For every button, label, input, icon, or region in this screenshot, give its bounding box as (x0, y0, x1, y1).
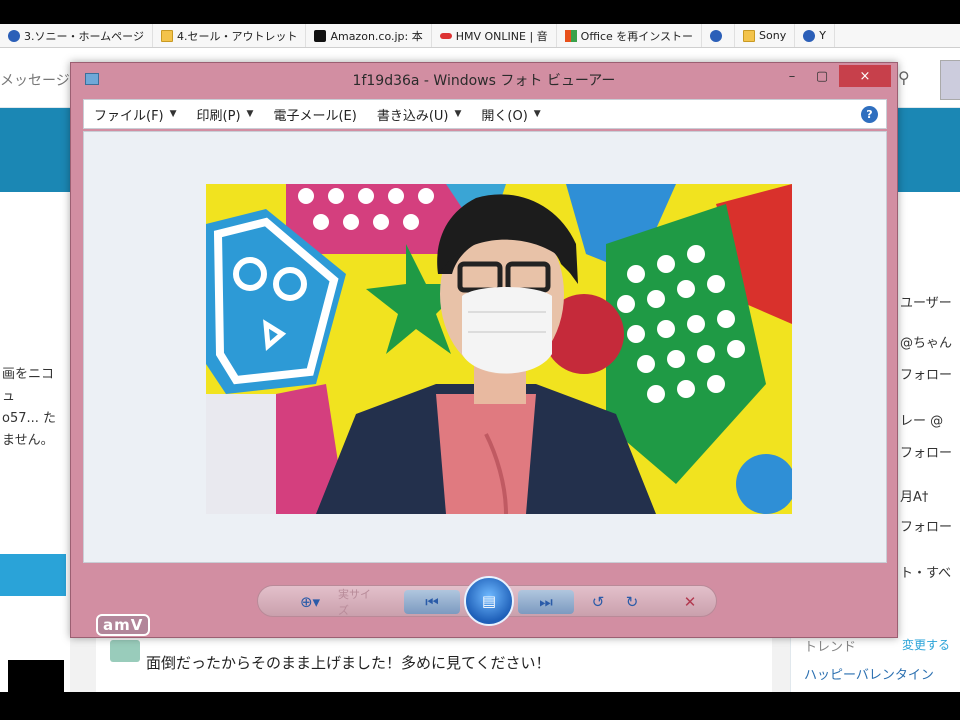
menu-burn[interactable]: 書き込み(U) ▼ (367, 100, 472, 128)
hmv-icon (439, 32, 452, 39)
folder-icon (743, 29, 756, 42)
menu-email[interactable]: 電子メール(E) (263, 100, 366, 128)
bookmark-item[interactable]: Office を再インストー (557, 24, 703, 47)
bookmark-item[interactable]: 3.ソニー・ホームページ (0, 24, 153, 47)
menu-open[interactable]: 開く(O) ▼ (471, 100, 550, 128)
change-trends-link[interactable]: 変更する (902, 636, 950, 653)
magnifier-icon[interactable]: ⊕▾ (292, 590, 328, 614)
trend-item[interactable]: ハッピーバレンタイン (804, 664, 934, 683)
window-title: 1f19d36a - Windows フォト ビューアー (352, 73, 616, 89)
delete-icon[interactable]: ✕ (678, 590, 702, 614)
image-view-area (83, 131, 887, 563)
letterbox-top (0, 0, 960, 24)
photo (206, 184, 792, 514)
avatar[interactable] (8, 660, 64, 692)
bookmarks-bar: 3.ソニー・ホームページ 4.セール・アウトレット Amazon.co.jp: … (0, 24, 960, 48)
bookmark-item[interactable]: Sony (735, 24, 796, 47)
actual-size-button[interactable]: 実サイズ (338, 588, 378, 617)
photo-image (206, 184, 792, 514)
search-icon[interactable]: ⚲ (898, 68, 910, 87)
view-all-link[interactable]: ト・すべ (900, 562, 951, 581)
letterbox-bottom (0, 692, 960, 720)
watermark-logo: amV (96, 614, 151, 636)
follow-button[interactable]: フォロー (900, 364, 952, 383)
trends-title: トレンド (804, 640, 857, 655)
previous-icon[interactable]: ⏮ (404, 590, 460, 614)
screen: 3.ソニー・ホームページ 4.セール・アウトレット Amazon.co.jp: … (0, 0, 960, 720)
chevron-down-icon: ▼ (246, 109, 254, 119)
suggest-user[interactable]: レー @ (900, 410, 943, 429)
menu-print[interactable]: 印刷(P) ▼ (187, 100, 264, 128)
photo-viewer-window: 1f19d36a - Windows フォト ビューアー – ▢ × ファイル(… (70, 62, 898, 638)
avatar[interactable] (110, 640, 140, 662)
net-icon (8, 29, 20, 42)
folder-icon (160, 29, 173, 42)
close-button[interactable]: × (839, 65, 891, 87)
bookmark-item[interactable]: HMV ONLINE | 音 (432, 24, 557, 47)
tweet-button[interactable] (0, 554, 66, 596)
follow-button[interactable]: フォロー (900, 442, 952, 461)
bookmark-item[interactable]: Y (795, 24, 835, 47)
menu-bar: ファイル(F) ▼ 印刷(P) ▼ 電子メール(E) 書き込み(U) ▼ 開く(O) ▼… (83, 99, 887, 129)
rotate-right-icon[interactable]: ↻ (620, 590, 644, 614)
suggest-user[interactable]: 月A† (900, 486, 928, 505)
net-icon (803, 29, 816, 42)
messages-link[interactable]: メッセージ (0, 70, 70, 90)
bookmark-item[interactable]: Amazon.co.jp: 本 (306, 24, 432, 47)
maximize-button[interactable]: ▢ (809, 65, 835, 87)
menu-file[interactable]: ファイル(F) ▼ (84, 100, 187, 128)
suggest-user[interactable]: @ちゃん (900, 332, 952, 351)
next-icon[interactable]: ⏭ (518, 590, 574, 614)
amazon-icon (314, 29, 327, 42)
follow-button[interactable]: フォロー (900, 516, 952, 535)
chevron-down-icon: ▼ (533, 109, 541, 119)
profile-bio: 画をニコ ュ o57... た ません。 (2, 367, 57, 448)
viewer-toolbar: ⊕▾ 実サイズ ⏮ ▤ ⏭ ↺ ↻ ✕ (257, 576, 717, 626)
office-icon (564, 29, 577, 42)
avatar[interactable] (940, 60, 960, 100)
net-icon (710, 29, 723, 42)
tweet-text: 面倒だったからそのまま上げました！多めに見てください！ (146, 654, 551, 672)
chevron-down-icon: ▼ (169, 109, 177, 119)
bookmark-item[interactable] (702, 24, 736, 47)
slideshow-icon[interactable]: ▤ (464, 576, 514, 626)
suggest-heading: ユーザー (900, 296, 952, 311)
help-icon[interactable]: ? (861, 106, 878, 123)
bookmark-item[interactable]: 4.セール・アウトレット (153, 24, 307, 47)
minimize-button[interactable]: – (779, 65, 805, 87)
rotate-left-icon[interactable]: ↺ (586, 590, 610, 614)
chevron-down-icon: ▼ (454, 109, 462, 119)
